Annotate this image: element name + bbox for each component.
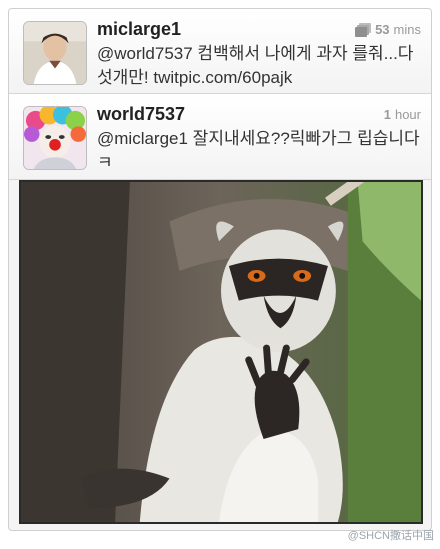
lemur-photo [21, 182, 421, 522]
tweet-item[interactable]: miclarge1 53 mins @world7537 컴백해서 나에게 과자… [9, 9, 431, 94]
time-value: 53 [375, 22, 390, 37]
tweet-text: @world7537 컴백해서 나에게 과자 를줘...다섯개만! twitpi… [97, 44, 414, 87]
tweet-text: @miclarge1 잘지내세요??릭빠가그 립습니다ㅋ [97, 129, 420, 172]
user-photo-avatar [24, 22, 86, 84]
clown-avatar [24, 107, 86, 169]
timestamp: 1 hour [384, 107, 421, 122]
tweet-item[interactable]: world7537 1 hour @miclarge1 잘지내세요??릭빠가그 … [9, 94, 431, 180]
timestamp: 53 mins [355, 22, 421, 37]
twitter-conversation: miclarge1 53 mins @world7537 컴백해서 나에게 과자… [8, 8, 432, 531]
time-unit: mins [393, 22, 421, 37]
attached-photo[interactable] [19, 180, 423, 524]
username[interactable]: world7537 [97, 104, 185, 125]
watermark: @SHCN撒话中国 [347, 530, 434, 542]
username[interactable]: miclarge1 [97, 19, 181, 40]
conversation-icon [355, 22, 372, 37]
time-value: 1 [383, 107, 391, 122]
avatar[interactable] [23, 21, 87, 85]
avatar[interactable] [23, 106, 87, 170]
time-unit: hour [394, 107, 421, 122]
